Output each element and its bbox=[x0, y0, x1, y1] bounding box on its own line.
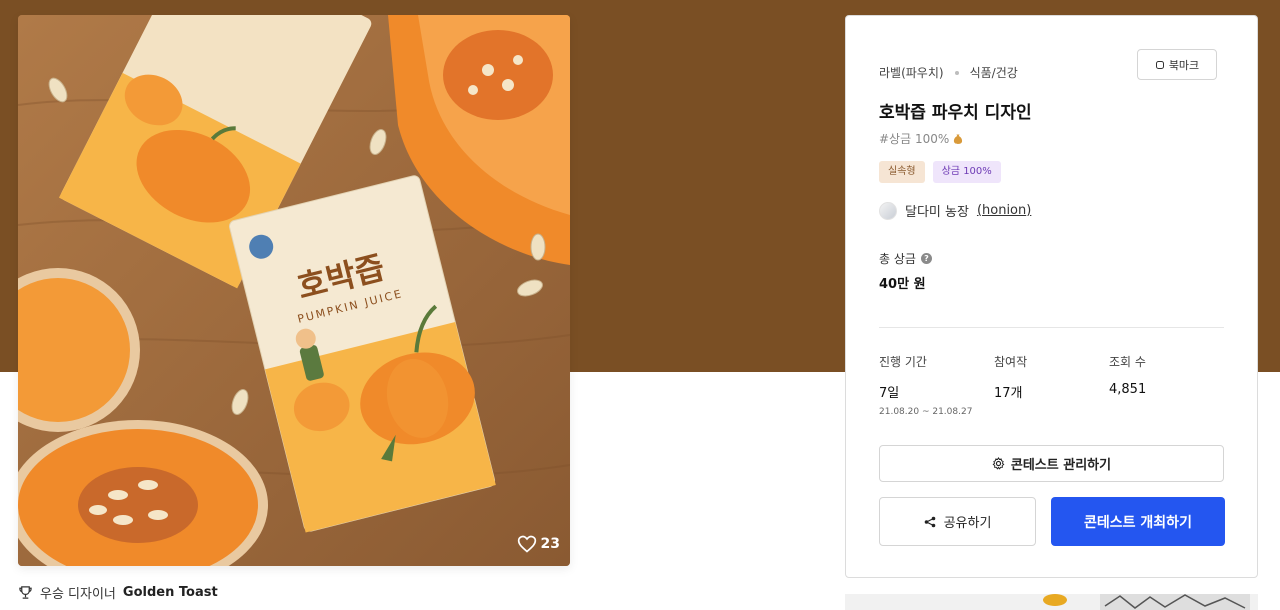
separator-dot bbox=[954, 70, 959, 75]
money-bag-icon bbox=[954, 134, 963, 144]
like-count: 23 bbox=[540, 536, 560, 552]
manage-contest-label: 콘테스트 관리하기 bbox=[1010, 458, 1112, 473]
host-name: 달다미 농장 bbox=[905, 205, 969, 220]
host-info[interactable]: 달다미 농장 (honion) bbox=[879, 201, 1031, 220]
host-contest-label: 콘테스트 개최하기 bbox=[1084, 514, 1192, 531]
stat-period: 진행 기간 7일 21.08.20 ~ 21.08.27 bbox=[879, 353, 994, 417]
host-handle-link[interactable]: (honion) bbox=[977, 203, 1031, 218]
bookmark-label: 북마크 bbox=[1168, 58, 1200, 72]
category-sub[interactable]: 식품/건강 bbox=[970, 64, 1018, 81]
badge-practical: 실속형 bbox=[879, 161, 925, 183]
contest-product-image[interactable]: 호박즙 PUMPKIN JUICE 23 bbox=[18, 15, 570, 566]
stat-views: 조회 수 4,851 bbox=[1109, 353, 1224, 417]
host-avatar bbox=[879, 201, 897, 220]
contest-title: 호박즙 파우치 디자인 bbox=[879, 103, 1032, 123]
winner-label: 우승 디자이너 bbox=[40, 587, 116, 602]
pumpkin-juice-photo: 호박즙 PUMPKIN JUICE bbox=[18, 15, 570, 566]
contest-info-card: 라벨(파우치) 식품/건강 북마크 호박즙 파우치 디자인 #상금 100% 실… bbox=[845, 15, 1258, 578]
heart-icon bbox=[517, 535, 536, 553]
prize-hashtag[interactable]: #상금 100% bbox=[879, 130, 964, 147]
stat-period-value: 7일 bbox=[879, 386, 900, 401]
winner-name[interactable]: Golden Toast bbox=[123, 585, 218, 600]
stat-entries-label: 참여작 bbox=[994, 355, 1028, 369]
related-item-thumbnail[interactable] bbox=[845, 594, 1258, 610]
total-prize-value: 40만 원 bbox=[879, 277, 926, 292]
stat-views-value: 4,851 bbox=[1109, 382, 1147, 397]
stat-entries-value: 17개 bbox=[994, 386, 1023, 401]
contest-stats: 진행 기간 7일 21.08.20 ~ 21.08.27 참여작 17개 조회 … bbox=[879, 353, 1224, 417]
stat-entries: 참여작 17개 bbox=[994, 353, 1109, 417]
stat-period-dates: 21.08.20 ~ 21.08.27 bbox=[879, 407, 973, 417]
gear-icon bbox=[992, 457, 1005, 470]
bookmark-button[interactable]: 북마크 bbox=[1137, 49, 1217, 80]
share-icon bbox=[924, 516, 935, 527]
badge-prize: 상금 100% bbox=[932, 161, 1001, 183]
help-icon[interactable]: ? bbox=[920, 253, 932, 264]
host-handle: honion bbox=[982, 203, 1027, 218]
like-counter[interactable]: 23 bbox=[517, 534, 560, 554]
contest-badges: 실속형 상금 100% bbox=[879, 161, 1001, 183]
category-main[interactable]: 라벨(파우치) bbox=[879, 64, 944, 81]
prize-hashtag-text: #상금 100% bbox=[879, 132, 950, 146]
divider bbox=[879, 327, 1224, 328]
share-label: 공유하기 bbox=[943, 516, 992, 531]
total-prize-label: 총 상금 ? bbox=[879, 250, 932, 267]
bookmark-icon bbox=[1155, 60, 1164, 69]
host-contest-button[interactable]: 콘테스트 개최하기 bbox=[1051, 497, 1225, 546]
winner-designer: 우승 디자이너 Golden Toast bbox=[18, 583, 218, 602]
category-breadcrumb: 라벨(파우치) 식품/건강 bbox=[879, 64, 1018, 81]
total-prize-label-text: 총 상금 bbox=[879, 252, 916, 266]
share-button[interactable]: 공유하기 bbox=[879, 497, 1036, 546]
stat-period-label: 진행 기간 bbox=[879, 355, 927, 369]
related-item-image bbox=[845, 594, 1258, 610]
manage-contest-button[interactable]: 콘테스트 관리하기 bbox=[879, 445, 1224, 482]
trophy-icon bbox=[19, 586, 32, 599]
stat-views-label: 조회 수 bbox=[1109, 355, 1146, 369]
